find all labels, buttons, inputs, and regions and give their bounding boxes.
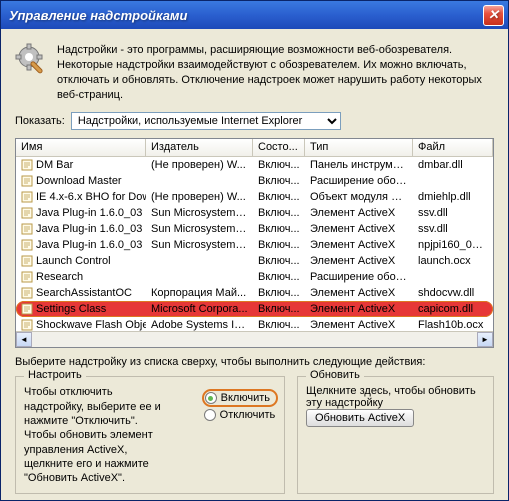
table-row[interactable]: SearchAssistantOCКорпорация Май...Включ.… — [16, 285, 493, 301]
table-row[interactable]: ResearchВключ...Расширение обозр... — [16, 269, 493, 285]
table-row[interactable]: Settings ClassMicrosoft Corpora...Включ.… — [16, 301, 493, 317]
settings-panel: Настроить Чтобы отключить надстройку, вы… — [15, 376, 285, 494]
scroll-left-button[interactable]: ◄ — [16, 332, 32, 347]
disable-radio[interactable]: Отключить — [204, 409, 276, 421]
file-icon — [21, 159, 33, 171]
gear-icon — [15, 43, 47, 75]
show-dropdown[interactable]: Надстройки, используемые Internet Explor… — [71, 112, 341, 130]
col-publisher[interactable]: Издатель — [146, 139, 253, 156]
file-icon — [21, 191, 33, 203]
panels-row: Настроить Чтобы отключить надстройку, вы… — [15, 376, 494, 494]
file-icon — [21, 175, 33, 187]
update-panel: Обновить Щелкните здесь, чтобы обновить … — [297, 376, 494, 494]
update-activex-button[interactable]: Обновить ActiveX — [306, 409, 414, 427]
show-label: Показать: — [15, 115, 65, 127]
col-name[interactable]: Имя — [16, 139, 146, 156]
col-file[interactable]: Файл — [413, 139, 493, 156]
addon-listview[interactable]: Имя Издатель Состо... Тип Файл DM Bar(Не… — [15, 138, 494, 348]
file-icon — [21, 207, 33, 219]
table-row[interactable]: Java Plug-in 1.6.0_03Sun Microsystems,..… — [16, 237, 493, 253]
table-row[interactable]: Download MasterВключ...Расширение обозр.… — [16, 173, 493, 189]
file-icon — [21, 319, 33, 331]
intro-text: Надстройки - это программы, расширяющие … — [57, 43, 494, 102]
scroll-track[interactable] — [32, 332, 477, 347]
enable-radio[interactable]: Включить — [204, 391, 276, 405]
file-icon — [21, 303, 33, 315]
settings-panel-title: Настроить — [24, 369, 86, 381]
addon-manager-window: Управление надстройками ✕ Надстройки - э… — [0, 0, 509, 501]
file-icon — [21, 287, 33, 299]
table-row[interactable]: Launch ControlВключ...Элемент ActiveXlau… — [16, 253, 493, 269]
intro-row: Надстройки - это программы, расширяющие … — [15, 43, 494, 102]
update-panel-title: Обновить — [306, 369, 364, 381]
table-row[interactable]: Shockwave Flash ObjectAdobe Systems In..… — [16, 317, 493, 331]
content-area: Надстройки - это программы, расширяющие … — [1, 29, 508, 500]
update-desc: Щелкните здесь, чтобы обновить эту надст… — [306, 385, 476, 409]
table-row[interactable]: Java Plug-in 1.6.0_03Sun Microsystems,..… — [16, 221, 493, 237]
horizontal-scrollbar[interactable]: ◄ ► — [16, 331, 493, 347]
scroll-right-button[interactable]: ► — [477, 332, 493, 347]
list-body: DM Bar(Не проверен) W...Включ...Панель и… — [16, 157, 493, 331]
file-icon — [21, 271, 33, 283]
list-header: Имя Издатель Состо... Тип Файл — [16, 139, 493, 157]
table-row[interactable]: DM Bar(Не проверен) W...Включ...Панель и… — [16, 157, 493, 173]
radio-off-icon — [204, 409, 216, 421]
settings-desc: Чтобы отключить надстройку, выберите ее … — [24, 385, 164, 485]
file-icon — [21, 239, 33, 251]
close-button[interactable]: ✕ — [483, 5, 504, 26]
show-filter-row: Показать: Надстройки, используемые Inter… — [15, 112, 494, 130]
radio-on-icon — [205, 392, 217, 404]
radio-group: Включить Отключить — [204, 391, 276, 425]
titlebar: Управление надстройками ✕ — [1, 1, 508, 29]
table-row[interactable]: IE 4.x-6.x BHO for Dow...(Не проверен) W… — [16, 189, 493, 205]
window-title: Управление надстройками — [9, 8, 483, 23]
instruction-text: Выберите надстройку из списка сверху, чт… — [15, 356, 494, 368]
table-row[interactable]: Java Plug-in 1.6.0_03Sun Microsystems,..… — [16, 205, 493, 221]
file-icon — [21, 255, 33, 267]
disable-label: Отключить — [220, 409, 276, 421]
file-icon — [21, 223, 33, 235]
enable-label: Включить — [221, 392, 270, 404]
col-status[interactable]: Состо... — [253, 139, 305, 156]
col-type[interactable]: Тип — [305, 139, 413, 156]
